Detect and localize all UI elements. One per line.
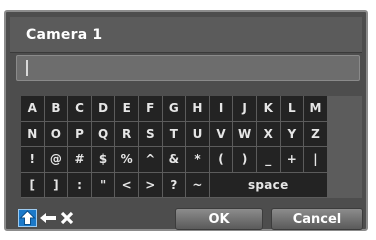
keyboard-key[interactable]: Q [91,121,115,146]
cancel-button[interactable]: Cancel [271,208,363,230]
clear-x-icon [60,211,74,225]
keyboard-key[interactable]: & [162,147,186,172]
keyboard-key[interactable]: : [68,172,91,197]
keyboard-key[interactable]: > [138,172,162,197]
backspace-button[interactable] [39,207,57,229]
text-input[interactable] [19,58,357,78]
keyboard-key[interactable]: D [91,96,115,121]
keyboard-key[interactable]: V [209,121,233,146]
keyboard-key[interactable]: K [256,96,280,121]
keyboard-key[interactable]: | [304,147,327,172]
keyboard-key[interactable]: O [44,121,68,146]
backspace-arrow-icon [40,213,56,223]
keyboard-key[interactable]: " [91,172,115,197]
keyboard-key[interactable]: S [138,121,162,146]
ok-button[interactable]: OK [175,208,263,230]
keyboard-key[interactable]: < [115,172,138,197]
virtual-keyboard-dialog: Camera 1 A B C D E F G H I J K L M N O P Q R S T U V W X Y Z! @ # $%… [4,10,368,231]
text-caret [26,60,28,76]
keyboard-key[interactable]: [ [21,172,44,197]
text-input-box[interactable] [16,55,360,81]
keyboard-key[interactable]: A [21,96,44,121]
keyboard-key[interactable]: J [233,96,256,121]
keyboard-key[interactable]: ^ [138,147,162,172]
keyboard-key[interactable]: @ [44,147,68,172]
keyboard-key[interactable]: * [186,147,209,172]
space-key[interactable]: space [209,172,327,197]
keyboard-key[interactable]: $ [91,147,115,172]
keyboard-key[interactable]: ~ [186,172,209,197]
keyboard-key[interactable]: U [186,121,209,146]
keyboard-key[interactable]: C [68,96,91,121]
keyboard-key[interactable]: P [68,121,91,146]
keyboard-key[interactable]: I [209,96,233,121]
clear-button[interactable] [59,207,75,229]
keyboard-key[interactable]: M [304,96,327,121]
keyboard-key[interactable]: _ [256,147,280,172]
keyboard-key[interactable]: G [162,96,186,121]
keyboard-key[interactable]: Z [304,121,327,146]
keyboard-key[interactable]: % [115,147,138,172]
keyboard-key[interactable]: ! [21,147,44,172]
keyboard-key[interactable]: X [256,121,280,146]
keyboard-grid: A B C D E F G H I J K L M N O P Q R S T U V W X Y Z! @ # $% ^ & *() _ + | [… [21,96,362,198]
keyboard-key[interactable]: # [68,147,91,172]
keyboard-key[interactable]: H [186,96,209,121]
keyboard-key[interactable]: ? [162,172,186,197]
keyboard-key[interactable]: + [280,147,304,172]
keyboard-key[interactable]: ) [233,147,256,172]
keyboard-key[interactable]: T [162,121,186,146]
keyboard-key[interactable]: Y [280,121,304,146]
keyboard-key[interactable]: E [115,96,138,121]
keyboard-key[interactable]: N [21,121,44,146]
keyboard-key[interactable]: W [233,121,256,146]
keyboard-key[interactable]: R [115,121,138,146]
shift-button[interactable] [18,209,37,227]
dialog-title: Camera 1 [26,27,103,43]
keyboard-key[interactable]: ( [209,147,233,172]
keyboard-key[interactable]: ] [44,172,68,197]
keyboard-key[interactable]: F [138,96,162,121]
shift-icon [19,210,36,225]
keyboard-key[interactable]: B [44,96,68,121]
keyboard-key[interactable]: L [280,96,304,121]
